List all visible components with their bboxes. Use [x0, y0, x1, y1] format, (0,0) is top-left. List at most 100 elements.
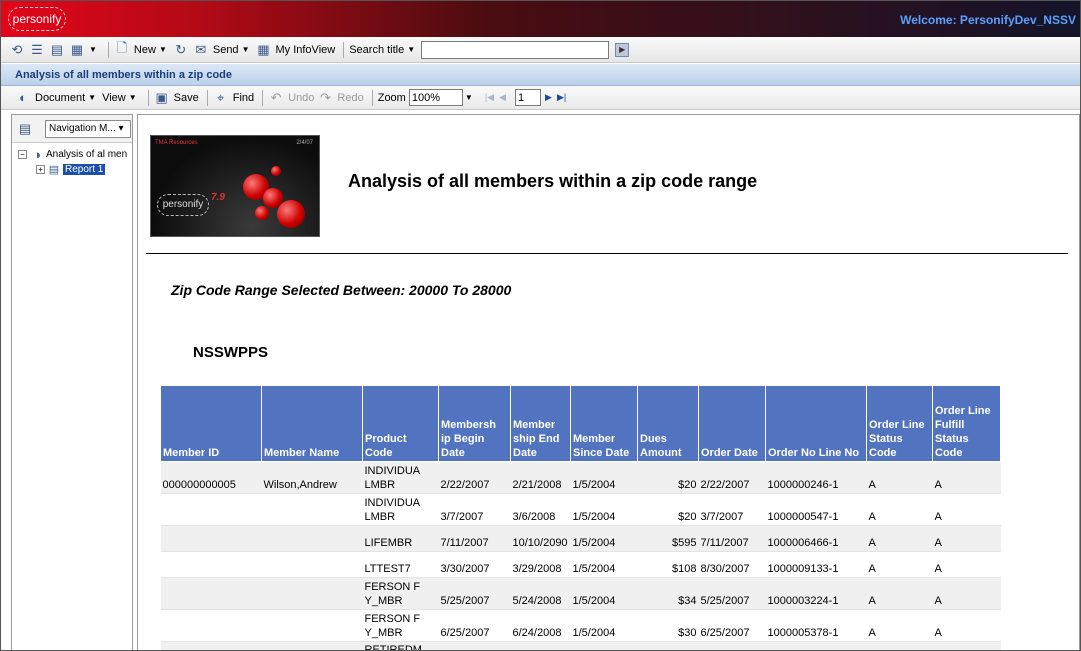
- table-cell: INDIVIDUA LMBR: [362, 461, 439, 494]
- table-cell: [160, 577, 262, 610]
- binoculars-icon[interactable]: ⌖: [213, 90, 229, 106]
- page-number-input[interactable]: [515, 89, 542, 106]
- view-menu[interactable]: View: [102, 92, 126, 104]
- save-icon[interactable]: ▣: [154, 90, 170, 106]
- table-cell: 1/5/2004: [570, 551, 638, 578]
- expand-icon[interactable]: +: [36, 164, 45, 174]
- navigation-panel: ▤ Navigation M... ▾ − ◑ Analysis of al m…: [11, 114, 133, 650]
- table-cell: 3/7/2007: [438, 493, 511, 526]
- table-cell: A: [866, 551, 933, 578]
- table-cell: 5/25/2007: [438, 577, 511, 610]
- table-cell: [765, 641, 867, 650]
- banner-logo: personify: [157, 194, 209, 216]
- infoview-icon[interactable]: ▦: [255, 42, 271, 58]
- table-cell: $34: [637, 577, 699, 610]
- new-document-icon[interactable]: 🗋: [114, 40, 130, 58]
- toolbar-separator: [107, 41, 109, 58]
- table-cell: 2/21/2008: [510, 461, 571, 494]
- table-cell: A: [866, 525, 933, 552]
- redo-button[interactable]: Redo: [337, 92, 363, 104]
- tree-item-root[interactable]: − ◑ Analysis of al men: [18, 146, 127, 162]
- document-toolbar: ◐ Document ▼ View ▼ ▣ Save ⌖ Find ↶ Undo…: [1, 86, 1080, 110]
- search-type-dropdown-icon[interactable]: ▼: [407, 45, 415, 54]
- view-menu-dropdown-icon[interactable]: ▼: [129, 93, 137, 102]
- table-cell: 1000005378-1: [765, 609, 867, 642]
- zoom-input[interactable]: [408, 89, 463, 106]
- zip-range-text: Zip Code Range Selected Between: 20000 T…: [171, 282, 512, 298]
- send-button[interactable]: Send: [213, 44, 239, 56]
- table-row: LIFEMBR 7/11/2007 10/10/2090 1/5/2004 $595 7/…: [160, 525, 1001, 552]
- find-button[interactable]: Find: [233, 92, 254, 104]
- toolbar-separator: [343, 41, 345, 58]
- report-viewer: TMA Resources 2/4/07 personify 7.9 Analy…: [137, 114, 1080, 650]
- table-cell: 1000009133-1: [765, 551, 867, 578]
- red-sphere: [277, 200, 305, 228]
- table-cell: [698, 641, 766, 650]
- my-infoview-button[interactable]: My InfoView: [275, 44, 335, 56]
- navigation-map-select[interactable]: Navigation M... ▾: [45, 119, 131, 138]
- table-cell: 1000000246-1: [765, 461, 867, 494]
- banner-version: 7.9: [211, 192, 225, 203]
- new-button[interactable]: New: [134, 44, 156, 56]
- table-cell: [866, 641, 933, 650]
- next-page-icon[interactable]: ▶: [545, 92, 552, 103]
- search-go-icon[interactable]: ▶: [615, 42, 630, 57]
- report-page-icon: ▤: [48, 163, 60, 176]
- list-view-icon[interactable]: ▤: [49, 42, 65, 58]
- table-cell: 3/6/2008: [510, 493, 571, 526]
- document-menu[interactable]: Document: [35, 92, 85, 104]
- navigation-map-icon[interactable]: ▤: [17, 121, 33, 137]
- welcome-text: Welcome: PersonifyDev_NSSV: [900, 13, 1076, 27]
- table-cell: $595: [637, 525, 699, 552]
- table-cell: LTTEST7: [362, 551, 439, 578]
- view-dropdown-icon[interactable]: ▼: [89, 45, 97, 54]
- table-cell: [438, 641, 511, 650]
- undo-icon[interactable]: ↶: [268, 90, 284, 106]
- redo-icon[interactable]: ↷: [317, 90, 333, 106]
- table-cell: 1/5/2004: [570, 493, 638, 526]
- document-dropdown-icon[interactable]: ▼: [88, 93, 96, 102]
- previous-page-icon[interactable]: ◀: [499, 92, 506, 103]
- table-cell: 1/5/2004: [570, 577, 638, 610]
- zoom-dropdown-icon[interactable]: ▼: [465, 89, 475, 106]
- send-dropdown-icon[interactable]: ▼: [242, 45, 250, 54]
- save-button[interactable]: Save: [174, 92, 199, 104]
- refresh-icon[interactable]: ↻: [173, 42, 189, 58]
- table-cell: [160, 493, 262, 526]
- table-cell: [570, 641, 638, 650]
- table-cell: [637, 641, 699, 650]
- table-cell: [261, 609, 363, 642]
- refresh-home-icon[interactable]: ⟲: [9, 42, 25, 58]
- send-icon[interactable]: ✉: [193, 42, 209, 58]
- document-icon[interactable]: ◐: [15, 90, 31, 106]
- new-dropdown-icon[interactable]: ▼: [159, 45, 167, 54]
- last-page-icon[interactable]: ▶|: [557, 92, 566, 103]
- undo-button[interactable]: Undo: [288, 92, 314, 104]
- search-title-label[interactable]: Search title: [349, 44, 404, 56]
- table-cell: A: [932, 609, 1001, 642]
- column-header: Order No Line No: [765, 385, 867, 462]
- app-window: personify Welcome: PersonifyDev_NSSV ⟲ ☰…: [0, 0, 1081, 651]
- column-header: Product Code: [362, 385, 439, 462]
- preferences-icon[interactable]: ☰: [29, 42, 45, 58]
- table-cell: 2/22/2007: [438, 461, 511, 494]
- table-cell: 7/11/2007: [438, 525, 511, 552]
- table-cell: A: [932, 577, 1001, 610]
- details-view-icon[interactable]: ▦: [69, 42, 85, 58]
- table-cell: 6/25/2007: [438, 609, 511, 642]
- table-cell: A: [866, 461, 933, 494]
- search-input[interactable]: [421, 40, 610, 59]
- first-page-icon[interactable]: |◀: [485, 92, 494, 103]
- table-cell: 3/29/2008: [510, 551, 571, 578]
- table-cell: [160, 525, 262, 552]
- table-cell: $30: [637, 609, 699, 642]
- title-divider: [146, 253, 1068, 254]
- tree-item-report-1[interactable]: + ▤ Report 1: [36, 163, 106, 176]
- table-cell: 3/30/2007: [438, 551, 511, 578]
- toolbar-separator: [371, 89, 373, 106]
- red-sphere: [255, 206, 269, 220]
- collapse-icon[interactable]: −: [18, 149, 27, 159]
- table-cell: $20: [637, 461, 699, 494]
- table-cell: 1/5/2004: [570, 609, 638, 642]
- report-folder-icon: ◑: [33, 146, 41, 162]
